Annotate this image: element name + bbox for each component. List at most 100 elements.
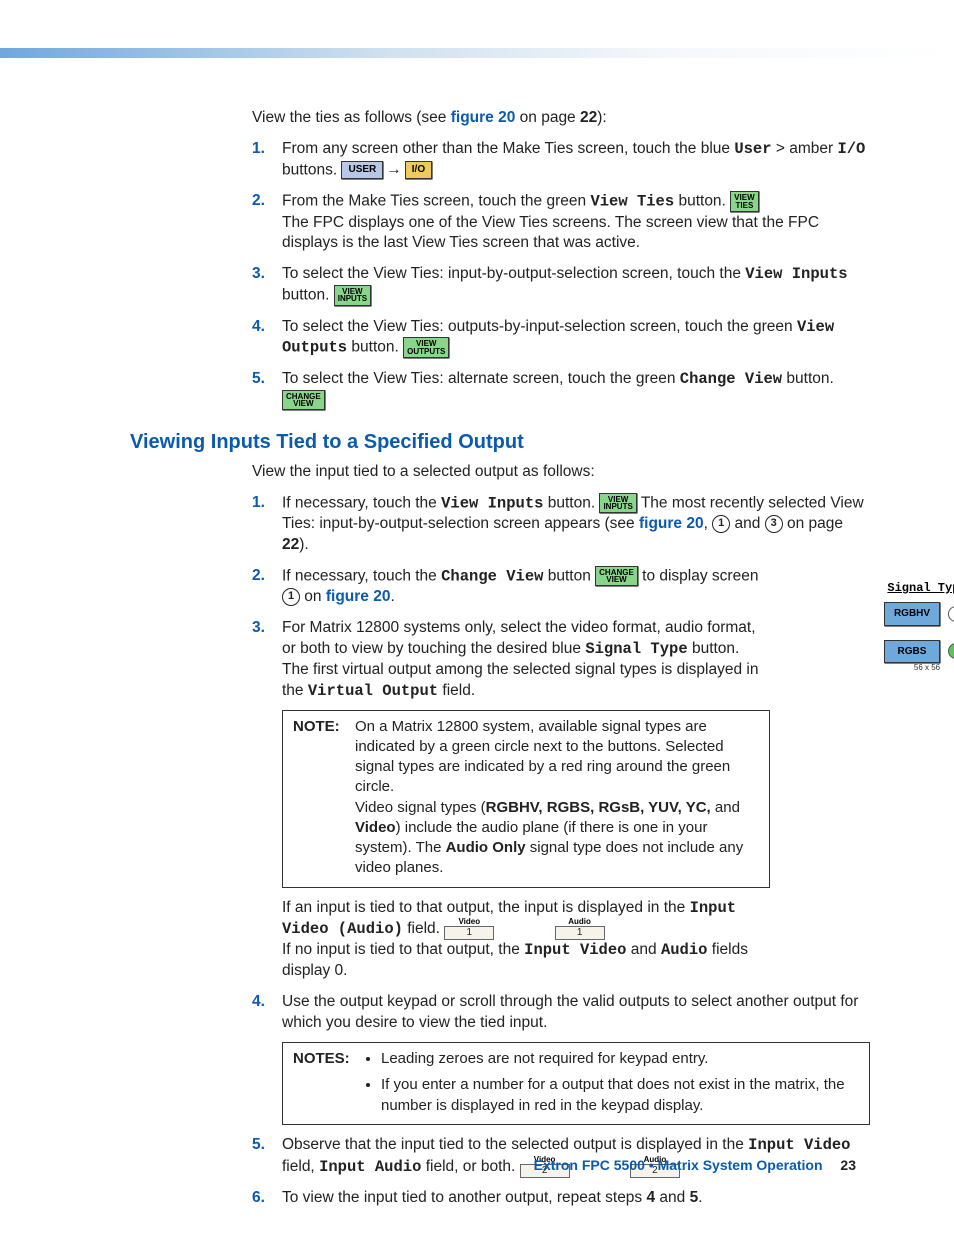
text: button: [543, 567, 595, 584]
view-ties-button-icon: VIEW TIES: [730, 191, 758, 211]
note-box-2: NOTES: Leading zeroes are not required f…: [282, 1042, 870, 1125]
step-2: If necessary, touch the Change View butt…: [276, 566, 870, 608]
view-inputs-button-icon: VIEW INPUTS: [599, 493, 636, 513]
sec2-steps: If necessary, touch the View Inputs butt…: [252, 493, 870, 1209]
text: field.: [403, 921, 440, 938]
text: The FPC displays one of the View Ties sc…: [282, 214, 819, 252]
view-inputs-button-icon: VIEW INPUTS: [334, 285, 371, 305]
bold-text: RGBHV, RGBS, RGsB, YUV, YC,: [486, 799, 711, 816]
label-input-video: Input Video: [524, 941, 626, 959]
step-ref: 5: [690, 1189, 699, 1206]
page-ref: 22: [580, 109, 597, 126]
label-change-view: Change View: [680, 370, 782, 388]
step-2: From the Make Ties screen, touch the gre…: [276, 191, 870, 254]
arrow-icon: →: [386, 160, 402, 181]
label-input-video: Input Video: [748, 1136, 850, 1154]
label-input-audio: Input Audio: [319, 1158, 421, 1176]
text: If an input is tied to that output, the …: [282, 899, 690, 916]
text: and: [626, 941, 660, 958]
sec2-intro: View the input tied to a selected output…: [252, 462, 870, 483]
step-ref: 4: [647, 1189, 656, 1206]
note-bullet: Leading zeroes are not required for keyp…: [381, 1049, 859, 1069]
view-outputs-button-icon: VIEW OUTPUTS: [403, 337, 449, 357]
label-view-inputs: View Inputs: [441, 494, 543, 512]
text: > amber: [772, 140, 838, 157]
step-5: To select the View Ties: alternate scree…: [276, 369, 870, 411]
text: If necessary, touch the: [282, 567, 441, 584]
label-change-view: Change View: [441, 567, 543, 585]
text: and: [655, 1189, 689, 1206]
note-label: NOTE:: [293, 718, 340, 735]
header-gradient-bar: [0, 48, 954, 58]
sec1-intro: View the ties as follows (see figure 20 …: [252, 108, 870, 129]
text: to display screen: [638, 567, 759, 584]
step-3-followup: If an input is tied to that output, the …: [282, 898, 770, 983]
text: If no input is tied to that output, the: [282, 941, 524, 958]
label-view-ties: View Ties: [590, 193, 674, 211]
bold-text: Video: [355, 819, 396, 836]
step-1: From any screen other than the Make Ties…: [276, 139, 870, 181]
text: Observe that the input tied to the selec…: [282, 1136, 748, 1153]
callout-1-icon: 1: [712, 515, 730, 533]
text: on page: [515, 109, 580, 126]
label-user: User: [734, 140, 771, 158]
text: field.: [438, 682, 475, 699]
text: on: [300, 588, 326, 605]
rgbhv-button-icon: RGBHV: [884, 602, 940, 626]
status-circle-green-icon: [948, 643, 954, 659]
text: buttons.: [282, 161, 337, 178]
label-virtual-output: Virtual Output: [308, 682, 438, 700]
step-4: Use the output keypad or scroll through …: [276, 992, 870, 1125]
text: If necessary, touch the: [282, 494, 441, 511]
label-signal-type: Signal Type: [585, 640, 687, 658]
label-audio: Audio: [661, 941, 708, 959]
text: button.: [782, 370, 834, 387]
text: ).: [299, 536, 308, 553]
page-content: View the ties as follows (see figure 20 …: [130, 108, 870, 1223]
text: and: [730, 515, 764, 532]
sec1-steps: From any screen other than the Make Ties…: [252, 139, 870, 411]
text: button.: [282, 287, 334, 304]
text: .: [698, 1189, 702, 1206]
text: ,: [704, 515, 713, 532]
text: .: [390, 588, 394, 605]
text: To select the View Ties: alternate scree…: [282, 370, 680, 387]
matrix-size-label: 56 x 56: [884, 663, 954, 674]
text: field, or both.: [421, 1158, 515, 1175]
figure-link[interactable]: figure 20: [326, 588, 391, 605]
text: Video signal types (: [355, 799, 486, 816]
text: To select the View Ties: input-by-output…: [282, 265, 745, 282]
notes-label: NOTES:: [293, 1050, 350, 1067]
text: button.: [347, 339, 403, 356]
user-button-icon: USER: [341, 161, 383, 179]
section-heading: Viewing Inputs Tied to a Specified Outpu…: [130, 429, 870, 456]
text: Use the output keypad or scroll through …: [282, 993, 858, 1031]
signal-type-panel: Signal Type RGBHV RGBS 56 x 56: [884, 580, 954, 674]
text: View the ties as follows (see: [252, 109, 451, 126]
footer-title: Extron FPC 5500 • Matrix System Operatio…: [534, 1157, 823, 1173]
figure-link[interactable]: figure 20: [451, 109, 516, 126]
text: From the Make Ties screen, touch the gre…: [282, 193, 590, 210]
callout-1-icon: 1: [282, 588, 300, 606]
footer-page-number: 23: [840, 1157, 856, 1173]
note-bullet: If you enter a number for a output that …: [381, 1075, 859, 1116]
change-view-button-icon: CHANGE VIEW: [282, 390, 325, 410]
status-circle-empty-icon: [948, 606, 954, 622]
step-1: If necessary, touch the View Inputs butt…: [276, 493, 870, 556]
page-ref: 22: [282, 536, 299, 553]
text: To select the View Ties: outputs-by-inpu…: [282, 318, 797, 335]
note-text: On a Matrix 12800 system, available sign…: [355, 718, 730, 796]
text: button.: [674, 193, 730, 210]
text: From any screen other than the Make Ties…: [282, 140, 734, 157]
figure-link[interactable]: figure 20: [639, 515, 704, 532]
audio-field-icon: Audio1: [555, 918, 605, 940]
callout-3-icon: 3: [765, 515, 783, 533]
text: button.: [543, 494, 599, 511]
label-io: I/O: [837, 140, 865, 158]
page-footer: Extron FPC 5500 • Matrix System Operatio…: [534, 1156, 856, 1175]
label-view-inputs: View Inputs: [745, 265, 847, 283]
step-3: Signal Type RGBHV RGBS 56 x 56 For Matri…: [276, 618, 870, 982]
text: and: [711, 799, 740, 816]
io-button-icon: I/O: [405, 161, 432, 179]
step-6: To view the input tied to another output…: [276, 1188, 870, 1209]
